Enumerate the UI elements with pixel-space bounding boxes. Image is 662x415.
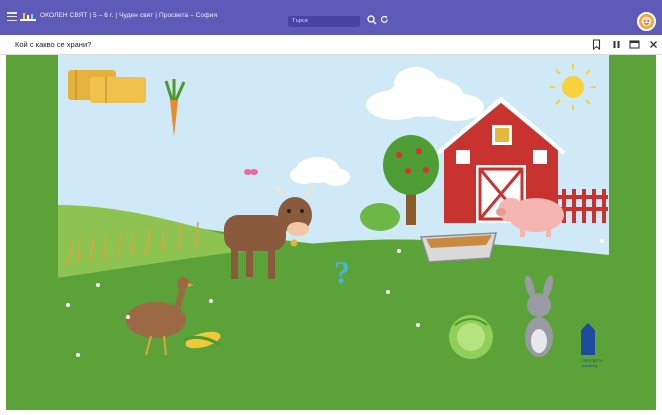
activity-scene: ? ПРОСВЕТА azbuki.bg: [6, 55, 656, 410]
search-icon[interactable]: [367, 15, 377, 25]
publisher-name: ПРОСВЕТА: [582, 359, 603, 363]
app-window: ОКОЛЕН СВЯТ | 5 – 6 г. | Чуден свят | Пр…: [0, 0, 662, 415]
app-title: ОКОЛЕН СВЯТ | 5 – 6 г. | Чуден свят | Пр…: [40, 12, 218, 19]
bookmark-icon[interactable]: [591, 39, 602, 50]
header-bar: ОКОЛЕН СВЯТ | 5 – 6 г. | Чуден свят | Пр…: [0, 0, 662, 35]
feed-trough-icon: [419, 232, 497, 263]
cabbage-icon: [449, 315, 493, 359]
refresh-icon[interactable]: [380, 15, 389, 24]
hamburger-icon[interactable]: [7, 12, 17, 22]
user-avatar[interactable]: [637, 12, 656, 31]
close-icon[interactable]: [648, 39, 659, 50]
logo-icon: [20, 13, 36, 21]
publisher-site: azbuki.bg: [582, 364, 597, 368]
activity-question: Кой с какво се храни?: [15, 40, 92, 49]
search-input[interactable]: Търси: [288, 16, 360, 27]
avatar-face-icon: [641, 16, 652, 27]
activity-toolbar: Кой с какво се храни?: [0, 35, 662, 55]
scene-illustration: ? ПРОСВЕТА azbuki.bg: [6, 55, 656, 410]
pause-icon[interactable]: [611, 39, 622, 50]
bush: [360, 203, 400, 231]
bottom-strip: [0, 410, 662, 415]
hint-question-mark[interactable]: ?: [334, 254, 350, 290]
window-icon[interactable]: [629, 39, 640, 50]
